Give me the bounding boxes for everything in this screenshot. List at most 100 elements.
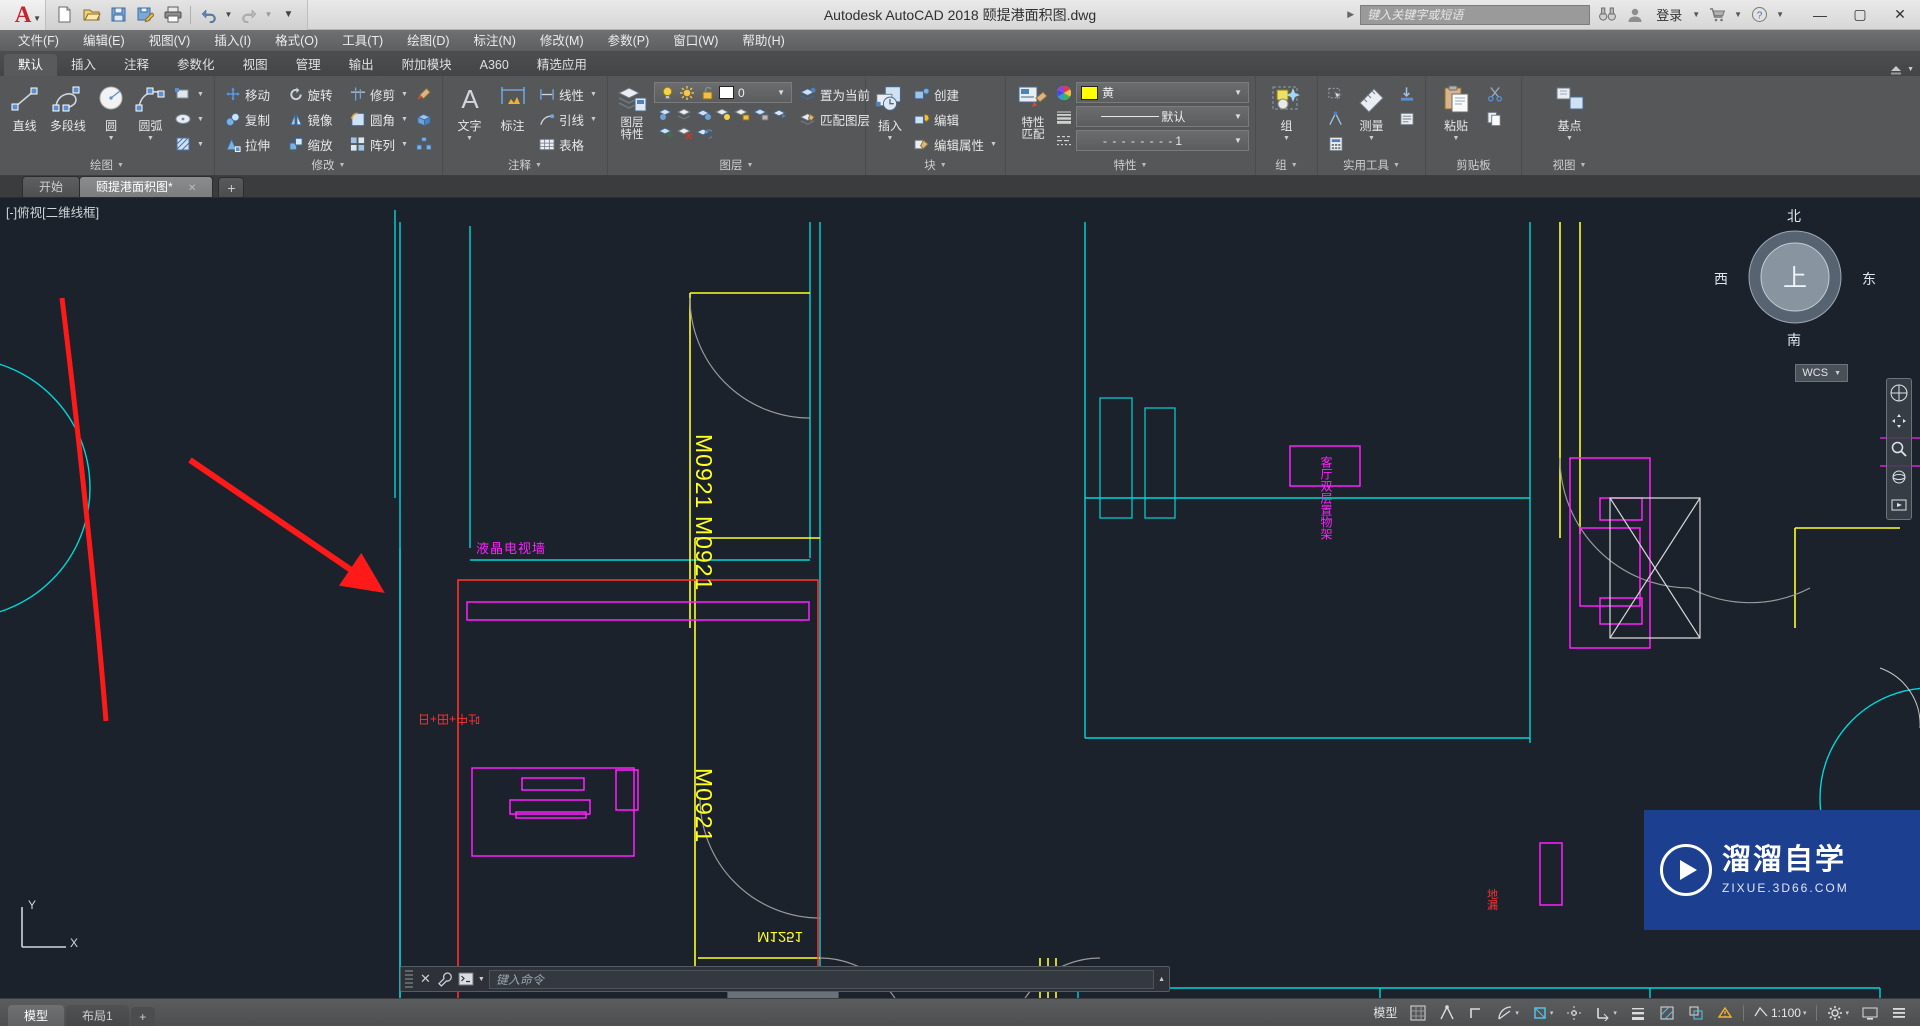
layer-delete-icon[interactable] [677, 125, 693, 141]
chevron-down-icon[interactable]: ▼ [197, 141, 204, 148]
cut-button[interactable] [1482, 82, 1508, 106]
open-file-button[interactable] [79, 3, 104, 27]
edit-block-button[interactable]: 编辑 [910, 107, 1001, 131]
save-as-button[interactable] [133, 3, 158, 27]
chevron-down-icon[interactable]: ▾ [1613, 1009, 1617, 1017]
sun-icon[interactable] [679, 85, 695, 101]
base-view-button[interactable]: 基点 ▼ [1544, 80, 1596, 144]
draw-line-button[interactable]: 直线 [6, 80, 43, 137]
new-file-button[interactable] [52, 3, 77, 27]
layer-unlock-icon[interactable] [734, 106, 750, 122]
chevron-down-icon[interactable]: ▾ [1515, 1009, 1519, 1017]
3d-solid-button[interactable] [412, 107, 436, 131]
match-properties-button[interactable]: 特性 匹配 [1012, 80, 1054, 144]
chevron-down-icon[interactable]: ▼ [1393, 157, 1400, 175]
chevron-down-icon[interactable]: ▼ [401, 141, 408, 148]
annotation-dimension-button[interactable]: 标注 [492, 80, 533, 137]
chevron-down-icon[interactable]: ▼ [478, 976, 485, 983]
chevron-down-icon[interactable]: ▼ [590, 116, 597, 123]
redo-button[interactable] [236, 3, 261, 27]
snap-icon[interactable] [1436, 1002, 1458, 1024]
layer-combo[interactable]: 0 ▼ [654, 82, 792, 103]
polar-tracking-icon[interactable]: ▾ [1494, 1002, 1522, 1024]
workspace-switch-icon[interactable]: ▾ [1824, 1002, 1852, 1024]
application-menu-button[interactable]: A ▼ [0, 0, 46, 30]
annotation-table-button[interactable]: 表格 [535, 132, 601, 156]
layer-properties-button[interactable]: 图层 特性 [614, 80, 650, 144]
modify-stretch-button[interactable]: 拉伸 [221, 132, 284, 156]
chevron-down-icon[interactable]: ▼ [339, 157, 346, 175]
close-icon[interactable]: ✕ [188, 183, 196, 194]
chevron-down-icon[interactable]: ▼ [147, 135, 154, 142]
menu-format[interactable]: 格式(O) [263, 30, 330, 52]
paste-button[interactable]: 粘贴 ▼ [1432, 80, 1480, 144]
annotation-linear-button[interactable]: 线性 ▼ [535, 82, 601, 106]
draw-hatch-button[interactable]: ▼ [171, 132, 208, 156]
utility-tool-2-button[interactable] [1395, 107, 1419, 131]
zoom-icon[interactable] [1889, 439, 1909, 459]
layer-walk-icon[interactable] [772, 106, 788, 122]
redo-dropdown-button[interactable]: ▼ [263, 3, 274, 27]
chevron-down-icon[interactable]: ▼ [401, 116, 408, 123]
chevron-down-icon[interactable]: ▼ [466, 135, 473, 142]
chevron-down-icon[interactable]: ▼ [990, 141, 997, 148]
chevron-down-icon[interactable]: ▼ [747, 157, 754, 175]
close-icon[interactable]: ✕ [417, 971, 434, 987]
command-line[interactable]: ✕ ▼ 键入命令 ▲ [400, 966, 1170, 992]
set-current-layer-button[interactable]: 置为当前 [796, 82, 874, 106]
annotation-scale-button[interactable]: 1:100 ▾ [1751, 1002, 1810, 1024]
layer-previous-icon[interactable] [696, 125, 712, 141]
tab-featured-apps[interactable]: 精选应用 [523, 54, 601, 76]
ortho-icon[interactable] [1465, 1002, 1487, 1024]
point-id-button[interactable] [1324, 107, 1348, 131]
modify-move-button[interactable]: 移动 [221, 82, 284, 106]
chevron-down-icon[interactable]: ▼ [535, 157, 542, 175]
edit-attribute-button[interactable]: 编辑属性 ▼ [910, 132, 1001, 156]
add-layout-button[interactable]: + [130, 1006, 155, 1026]
tab-output[interactable]: 输出 [335, 54, 388, 76]
modify-mirror-button[interactable]: 镜像 [284, 107, 347, 131]
command-history-icon[interactable]: ▲ [1158, 976, 1165, 983]
navigation-bar[interactable] [1886, 378, 1912, 520]
model-space-label[interactable]: 模型 [1370, 1002, 1400, 1024]
three-bars-icon[interactable] [1888, 1002, 1910, 1024]
modify-scale-button[interactable]: 缩放 [284, 132, 347, 156]
otrack-icon[interactable] [1563, 1002, 1585, 1024]
menu-file[interactable]: 文件(F) [6, 30, 71, 52]
tab-view[interactable]: 视图 [229, 54, 282, 76]
chevron-down-icon[interactable]: ▼ [1283, 135, 1290, 142]
chevron-down-icon[interactable]: ▼ [197, 116, 204, 123]
command-line-grip[interactable] [405, 970, 413, 988]
new-file-tab-button[interactable]: + [218, 177, 245, 197]
pan-icon[interactable] [1889, 411, 1909, 431]
menu-parametric[interactable]: 参数(P) [596, 30, 662, 52]
viewport-label[interactable]: [-]俯视[二维线框] [6, 202, 99, 221]
group-button[interactable]: 组 ▼ [1264, 80, 1310, 144]
search-expand-icon[interactable]: ▶ [1347, 9, 1354, 20]
copy-clip-button[interactable] [1482, 107, 1508, 131]
chevron-down-icon[interactable]: ▼ [590, 91, 597, 98]
osnap-icon[interactable]: ▾ [1529, 1002, 1557, 1024]
binoculars-icon[interactable] [1596, 4, 1618, 26]
chevron-down-icon[interactable]: ▼ [1453, 135, 1460, 142]
drawing-canvas[interactable]: [-]俯视[二维线框] M0921 M0921 M0921 液晶电视墙 M125… [0, 198, 1920, 998]
ucs-toggle-icon[interactable]: ▾ [1592, 1002, 1620, 1024]
command-input[interactable]: 键入命令 [488, 969, 1155, 989]
showmotion-icon[interactable] [1889, 495, 1909, 515]
linetype-combo[interactable]: - - - - - - - - 1 ▼ [1076, 130, 1249, 151]
create-block-button[interactable]: 创建 [910, 82, 1001, 106]
menu-draw[interactable]: 绘图(D) [395, 30, 461, 52]
menu-insert[interactable]: 插入(I) [202, 30, 263, 52]
chevron-down-icon[interactable]: ▼ [1907, 66, 1914, 73]
quick-select-button[interactable] [1324, 82, 1348, 106]
modify-trim-button[interactable]: 修剪 ▼ [346, 82, 412, 106]
layer-isolate-icon[interactable] [658, 106, 674, 122]
chevron-down-icon[interactable]: ▼ [117, 157, 124, 175]
chevron-down-icon[interactable]: ▼ [1230, 112, 1246, 121]
match-properties-brush-button[interactable] [412, 82, 436, 106]
tab-home[interactable]: 默认 [4, 54, 58, 76]
utility-tool-1-button[interactable] [1395, 82, 1419, 106]
measure-button[interactable]: 测量 ▼ [1350, 80, 1393, 144]
annotation-leader-button[interactable]: 引线 ▼ [535, 107, 601, 131]
chevron-down-icon[interactable]: ▼ [1834, 370, 1841, 377]
